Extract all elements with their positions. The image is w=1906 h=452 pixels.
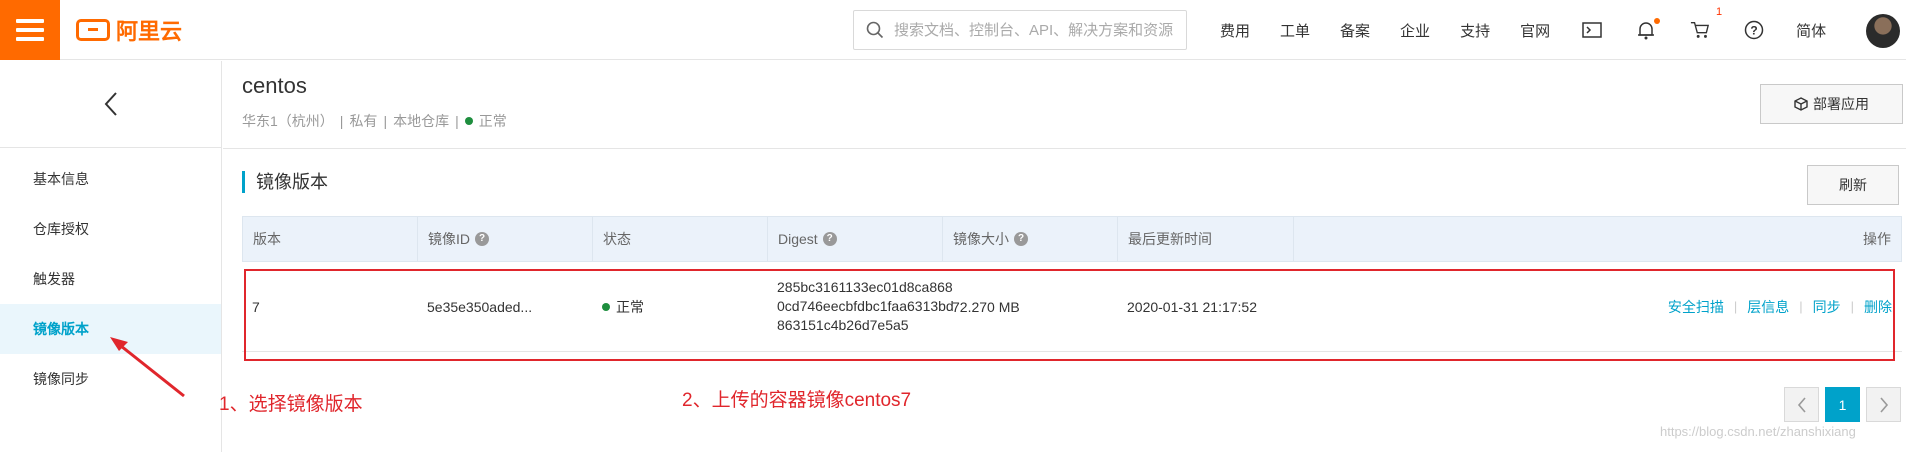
col-updated-label: 最后更新时间	[1128, 231, 1212, 247]
col-size-label: 镜像大小	[953, 231, 1009, 247]
chevron-right-icon	[1879, 396, 1888, 413]
terminal-icon[interactable]	[1582, 20, 1602, 40]
cell-image-id: 5e35e350aded...	[427, 298, 533, 315]
help-circle-icon[interactable]: ?	[822, 232, 837, 246]
deploy-app-button[interactable]: 部署应用	[1760, 84, 1903, 124]
repo-meta: 华东1（杭州） | 私有 | 本地仓库 | 正常	[242, 111, 507, 131]
status-dot-icon	[602, 302, 610, 311]
hamburger-menu-button[interactable]	[0, 0, 60, 60]
help-icon[interactable]: ?	[1744, 20, 1764, 40]
back-button[interactable]	[0, 61, 221, 148]
section-title: 镜像版本	[242, 171, 328, 193]
sidebar-item-basic-info[interactable]: 基本信息	[0, 154, 221, 204]
action-separator: |	[1799, 299, 1803, 314]
col-digest-label: Digest	[778, 231, 818, 247]
refresh-button[interactable]: 刷新	[1807, 165, 1899, 205]
chevron-left-icon	[104, 92, 117, 116]
cell-actions: 安全扫描 | 层信息 | 同步 | 删除	[1293, 297, 1902, 317]
aliyun-logo-icon	[76, 19, 110, 41]
meta-separator: |	[455, 113, 459, 129]
top-nav: 费用 工单 备案 企业 支持 官网 1 ? 简体	[1205, 0, 1841, 60]
repo-status: 正常	[478, 113, 507, 129]
aliyun-logo[interactable]: 阿里云	[76, 17, 183, 44]
menu-bar	[16, 37, 44, 41]
col-actions-label: 操作	[1863, 231, 1891, 247]
row-status-text: 正常	[616, 298, 644, 315]
cell-updated: 2020-01-31 21:17:52	[1127, 298, 1257, 315]
sync-link[interactable]: 同步	[1813, 297, 1841, 317]
watermark-text: https://blog.csdn.net/zhanshixiang	[1660, 424, 1856, 439]
repo-visibility: 私有	[349, 113, 378, 129]
col-status-label: 状态	[603, 231, 631, 247]
page-number-button[interactable]: 1	[1825, 387, 1860, 422]
next-page-button[interactable]	[1866, 387, 1901, 422]
search-input[interactable]	[894, 21, 1174, 39]
deploy-app-label: 部署应用	[1813, 96, 1869, 112]
nav-icp-filing[interactable]: 备案	[1340, 20, 1370, 41]
help-circle-icon[interactable]: ?	[475, 232, 489, 246]
col-updated: 最后更新时间	[1118, 216, 1294, 262]
annotation-note-uploaded-image: 2、上传的容器镜像centos7	[682, 390, 912, 411]
cell-size: 72.270 MB	[952, 298, 1020, 315]
nav-support[interactable]: 支持	[1460, 20, 1490, 41]
action-separator: |	[1733, 299, 1738, 314]
security-scan-link[interactable]: 安全扫描	[1668, 297, 1724, 317]
nav-official-site[interactable]: 官网	[1520, 20, 1550, 41]
cart-icon[interactable]: 1	[1690, 6, 1722, 40]
delete-link[interactable]: 删除	[1864, 297, 1892, 317]
action-separator: |	[1850, 299, 1854, 314]
repo-title: centos	[242, 73, 307, 98]
nav-enterprise[interactable]: 企业	[1400, 20, 1430, 41]
sidebar-item-triggers[interactable]: 触发器	[0, 254, 221, 304]
col-image-id: 镜像ID ?	[418, 216, 593, 262]
user-avatar[interactable]	[1866, 14, 1900, 48]
global-search[interactable]	[853, 10, 1187, 50]
top-bar: 阿里云 费用 工单 备案 企业 支持 官网 1 ? 简体	[0, 0, 1906, 60]
repo-header: centos 华东1（杭州） | 私有 | 本地仓库 | 正常 部署应用	[223, 61, 1906, 149]
layer-info-link[interactable]: 层信息	[1747, 297, 1789, 317]
svg-text:?: ?	[1750, 24, 1757, 38]
main-content: centos 华东1（杭州） | 私有 | 本地仓库 | 正常 部署应用 镜像版…	[223, 61, 1906, 452]
digest-line: 285bc3161133ec01d8ca868	[777, 279, 953, 295]
cell-version: 7	[252, 298, 260, 315]
col-digest: Digest ?	[768, 216, 943, 262]
meta-separator: |	[339, 113, 344, 129]
col-version-label: 版本	[253, 231, 281, 247]
chevron-left-icon	[1797, 396, 1806, 413]
col-size: 镜像大小 ?	[943, 216, 1118, 262]
status-dot-icon	[464, 117, 473, 125]
prev-page-button[interactable]	[1784, 387, 1819, 422]
annotation-arrow	[110, 337, 185, 398]
col-status: 状态	[593, 216, 768, 262]
notification-bell-icon[interactable]	[1636, 18, 1661, 40]
annotation-note-select-version: 1、选择镜像版本	[219, 394, 363, 415]
language-switch[interactable]: 简体	[1796, 20, 1826, 41]
digest-line: 0cd746eecbfdbc1faa6313bd	[777, 298, 954, 314]
versions-table: 版本 镜像ID ? 状态 Digest ? 镜像大小 ? 最后更新时间 操作 7…	[242, 216, 1902, 352]
nav-billing[interactable]: 费用	[1220, 20, 1250, 41]
cube-icon	[1794, 97, 1808, 111]
col-image-id-label: 镜像ID	[428, 231, 470, 247]
repo-region: 华东1（杭州）	[242, 113, 334, 129]
cell-status: 正常	[592, 297, 767, 317]
cell-digest: 285bc3161133ec01d8ca868 0cd746eecbfdbc1f…	[767, 278, 954, 335]
col-version: 版本	[243, 216, 418, 262]
help-circle-icon[interactable]: ?	[1014, 232, 1028, 246]
table-row: 7 5e35e350aded... 正常 285bc3161133ec01d8c…	[242, 262, 1902, 352]
search-icon	[866, 21, 884, 39]
col-actions: 操作	[1294, 216, 1901, 262]
nav-tickets[interactable]: 工单	[1280, 20, 1310, 41]
notification-dot	[1654, 18, 1661, 24]
digest-line: 863151c4b26d7e5a5	[777, 317, 909, 333]
cart-count-badge: 1	[1715, 6, 1723, 18]
sidebar-item-repo-auth[interactable]: 仓库授权	[0, 204, 221, 254]
repo-source: 本地仓库	[393, 113, 450, 129]
menu-bar	[16, 28, 44, 32]
meta-separator: |	[383, 113, 388, 129]
pagination: 1	[1784, 387, 1901, 422]
menu-bar	[16, 19, 44, 23]
logo-text: 阿里云	[116, 19, 183, 44]
table-header: 版本 镜像ID ? 状态 Digest ? 镜像大小 ? 最后更新时间 操作	[242, 216, 1902, 262]
